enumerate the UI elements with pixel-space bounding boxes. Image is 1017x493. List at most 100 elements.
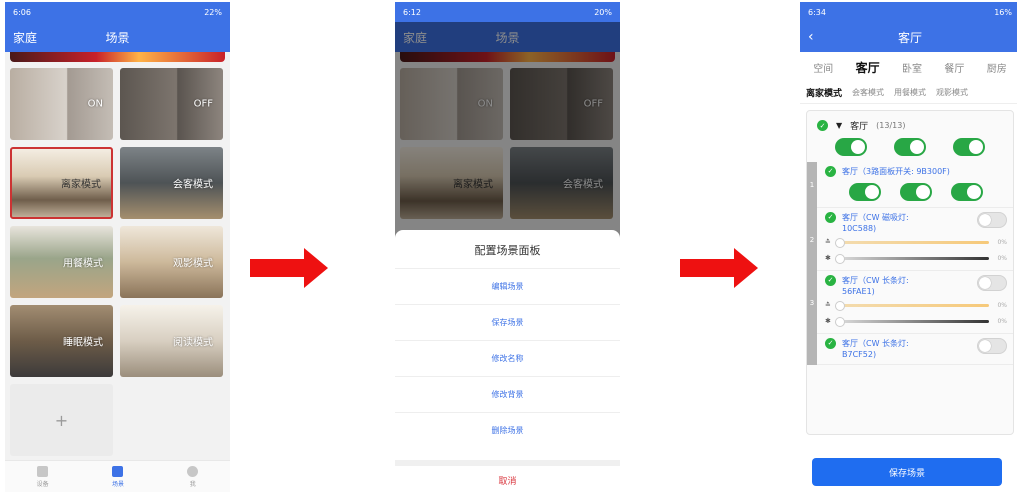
status-battery: 22% [204, 7, 222, 17]
cancel-button[interactable]: 取消 [395, 460, 620, 492]
tab-movie-mode[interactable]: 观影模式 [936, 87, 968, 98]
device-row: 2 ✓ 客厅（CW 磁吸灯: 10C588) ≛ 0% ✱ 0% [807, 208, 1013, 271]
tab-away-mode[interactable]: 离家模式 [806, 86, 842, 99]
slider-value: 0% [997, 301, 1007, 309]
device-title: ✓ 客厅（CW 磁吸灯: 10C588) [825, 212, 1007, 234]
device-row: 3 ✓ 客厅（CW 长条灯: 56FAE1) ≛ 0% ✱ 0% [807, 271, 1013, 334]
scene-label: ON [87, 98, 103, 110]
toggle-switch[interactable] [951, 183, 984, 201]
toggle-switch[interactable] [899, 183, 932, 201]
device-name: 客厅（3路面板开关: 9B300F) [842, 167, 950, 176]
toggle-switch[interactable] [834, 138, 867, 156]
nav-label: 我 [189, 480, 196, 488]
device-row: 1 ✓ 客厅（3路面板开关: 9B300F) [807, 162, 1013, 208]
tab-guest-mode[interactable]: 会客模式 [852, 87, 884, 98]
device-index: 3 [807, 271, 817, 334]
device-body: ✓ 客厅（CW 长条灯: B7CF52) [817, 334, 1013, 365]
status-bar: 6:06 22% [5, 2, 230, 22]
check-icon[interactable]: ✓ [825, 338, 836, 349]
group-count: (13/13) [876, 121, 906, 130]
tab-living-room[interactable]: 客厅 [856, 59, 880, 76]
action-sheet: 配置场景面板 编辑场景 保存场景 修改名称 修改背景 删除场景 取消 [395, 230, 620, 492]
tab-dining-room[interactable]: 餐厅 [944, 60, 964, 75]
screen-scene-config: 6:12 20% 家庭 场景 ON OFF 离家模式 会客模式 配置场景面板 编… [395, 2, 620, 492]
scene-tile-movie[interactable]: 观影模式 [120, 226, 223, 298]
add-scene-button[interactable]: + [10, 384, 113, 456]
scene-tile-away[interactable]: 离家模式 [10, 147, 113, 219]
nav-scenes[interactable]: 场景 [112, 465, 124, 488]
lamp-icon: ≛ [825, 301, 831, 309]
status-battery: 20% [594, 7, 612, 17]
color-temp-slider[interactable]: ≛ 0% [825, 297, 1007, 313]
arrow-right-icon [680, 248, 760, 288]
status-bar: 6:12 20% [395, 2, 620, 22]
toggle-switch[interactable] [893, 138, 926, 156]
caret-down-icon[interactable]: ▼ [836, 121, 842, 130]
device-index: 1 [807, 162, 817, 208]
slider-value: 0% [997, 317, 1007, 325]
scene-tile-partial[interactable] [10, 52, 225, 62]
save-scene-button[interactable]: 保存场景 [812, 458, 1002, 486]
save-scene-option[interactable]: 保存场景 [395, 304, 620, 340]
scene-tabs: 离家模式 会客模式 用餐模式 观影模式 [800, 82, 1017, 104]
device-group-card: ✓ ▼ 客厅 (13/13) 1 ✓ 客厅（3路面板开关: 9B300F) 2 … [806, 110, 1014, 435]
slider-value: 0% [997, 238, 1007, 246]
device-title: ✓ 客厅（3路面板开关: 9B300F) [825, 166, 1007, 177]
status-time: 6:34 [808, 7, 826, 17]
nav-me[interactable]: 我 [187, 465, 199, 488]
scene-tile-off[interactable]: OFF [120, 68, 223, 140]
group-header[interactable]: ✓ ▼ 客厅 (13/13) [807, 111, 1013, 136]
tab-bedroom[interactable]: 卧室 [902, 60, 922, 75]
status-bar: 6:34 16% [800, 2, 1017, 22]
tab-kitchen[interactable]: 厨房 [987, 60, 1007, 75]
nav-devices[interactable]: 设备 [37, 465, 49, 488]
home-label[interactable]: 家庭 [13, 29, 37, 46]
power-toggle[interactable] [977, 275, 1007, 291]
toggle-switch[interactable] [848, 183, 881, 201]
device-index [807, 334, 817, 365]
brightness-slider[interactable]: ✱ 0% [825, 313, 1007, 329]
device-title: ✓ 客厅（CW 长条灯: 56FAE1) [825, 275, 1007, 297]
scene-grid: ON OFF 离家模式 会客模式 用餐模式 观影模式 睡眠模式 阅读模式 + [5, 62, 230, 462]
scene-tile-sleep[interactable]: 睡眠模式 [10, 305, 113, 377]
sheet-title: 配置场景面板 [474, 244, 541, 257]
person-icon [187, 465, 199, 477]
device-row: ✓ 客厅（CW 长条灯: B7CF52) [807, 334, 1013, 365]
device-switches [825, 177, 1007, 203]
check-icon[interactable]: ✓ [825, 275, 836, 286]
toggle-switch[interactable] [953, 138, 986, 156]
status-time: 6:06 [13, 7, 31, 17]
scene-tile-read[interactable]: 阅读模式 [120, 305, 223, 377]
arrow-right-icon [250, 248, 330, 288]
back-icon[interactable]: ‹ [808, 29, 814, 45]
check-icon[interactable]: ✓ [825, 212, 836, 223]
device-icon [37, 465, 49, 477]
check-icon[interactable]: ✓ [825, 166, 836, 177]
color-temp-slider[interactable]: ≛ 0% [825, 234, 1007, 250]
plus-icon: + [54, 410, 69, 430]
group-switches [807, 136, 1013, 162]
power-toggle[interactable] [977, 212, 1007, 228]
check-icon[interactable]: ✓ [817, 120, 828, 131]
scene-tile-on[interactable]: ON [10, 68, 113, 140]
delete-scene-option[interactable]: 删除场景 [395, 412, 620, 448]
sun-icon: ✱ [825, 254, 831, 262]
device-index: 2 [807, 208, 817, 271]
power-toggle[interactable] [977, 338, 1007, 354]
scene-tile-guest[interactable]: 会客模式 [120, 147, 223, 219]
scene-label: 阅读模式 [173, 337, 213, 349]
scene-tile-dine[interactable]: 用餐模式 [10, 226, 113, 298]
rename-option[interactable]: 修改名称 [395, 340, 620, 376]
scene-label: OFF [193, 98, 213, 110]
brightness-slider[interactable]: ✱ 0% [825, 250, 1007, 266]
device-name: 客厅（CW 长条灯: 56FAE1) [842, 276, 909, 296]
device-name: 客厅（CW 磁吸灯: 10C588) [842, 213, 909, 233]
screen-scenes: 6:06 22% 家庭 场景 ON OFF 离家模式 会客模式 用餐模式 观影模… [5, 2, 230, 492]
app-header: 家庭 场景 [5, 22, 230, 52]
device-body: ✓ 客厅（CW 长条灯: 56FAE1) ≛ 0% ✱ 0% [817, 271, 1013, 334]
tab-space[interactable]: 空间 [813, 60, 833, 75]
edit-scene-option[interactable]: 编辑场景 [395, 268, 620, 304]
change-background-option[interactable]: 修改背景 [395, 376, 620, 412]
scene-label: 睡眠模式 [63, 337, 103, 349]
tab-dining-mode[interactable]: 用餐模式 [894, 87, 926, 98]
